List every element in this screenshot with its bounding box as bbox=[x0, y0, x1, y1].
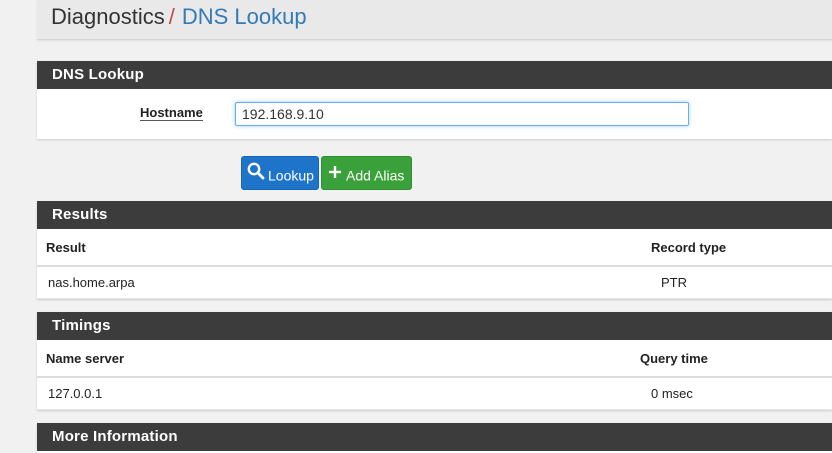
page: Diagnostics / DNS Lookup DNS Lookup Hostna… bbox=[0, 0, 832, 453]
name-server-value: 127.0.0.1 bbox=[37, 377, 640, 410]
add-alias-button[interactable]: Add Alias bbox=[321, 156, 412, 190]
query-time-value: 0 msec bbox=[640, 377, 832, 410]
results-panel: Results Result Record type nas.home.arpa… bbox=[37, 201, 832, 299]
hostname-input[interactable] bbox=[235, 102, 689, 126]
page-header: Diagnostics / DNS Lookup bbox=[37, 0, 832, 40]
hostname-label: Hostname bbox=[140, 105, 203, 121]
breadcrumb-separator: / bbox=[168, 4, 175, 29]
table-row: nas.home.arpa PTR bbox=[37, 266, 832, 299]
results-panel-title: Results bbox=[37, 201, 832, 229]
breadcrumb-dns-lookup[interactable]: DNS Lookup bbox=[182, 4, 307, 29]
dns-lookup-panel: DNS Lookup Hostname bbox=[37, 61, 832, 139]
breadcrumb-diagnostics[interactable]: Diagnostics bbox=[51, 4, 165, 29]
more-information-panel: More Information bbox=[37, 423, 832, 453]
results-header-row: Result Record type bbox=[37, 229, 832, 267]
results-col-result: Result bbox=[37, 229, 651, 267]
results-col-record-type: Record type bbox=[651, 229, 832, 267]
lookup-button[interactable]: Lookup bbox=[241, 156, 319, 190]
record-type-value: PTR bbox=[651, 266, 832, 299]
timings-col-query-time: Query time bbox=[640, 340, 832, 378]
form-buttons: Lookup Add Alias bbox=[241, 156, 412, 190]
timings-col-name-server: Name server bbox=[37, 340, 640, 378]
lookup-button-label: Lookup bbox=[268, 167, 314, 184]
timings-table: Name server Query time 127.0.0.1 0 msec bbox=[37, 340, 832, 410]
search-icon bbox=[247, 158, 265, 192]
add-alias-button-label: Add Alias bbox=[346, 167, 405, 184]
timings-panel-title: Timings bbox=[37, 312, 832, 340]
table-row: 127.0.0.1 0 msec bbox=[37, 377, 832, 410]
breadcrumb: Diagnostics / DNS Lookup bbox=[51, 4, 307, 30]
hostname-row: Hostname bbox=[37, 89, 832, 139]
result-value: nas.home.arpa bbox=[37, 266, 651, 299]
timings-panel: Timings Name server Query time 127.0.0.1… bbox=[37, 312, 832, 410]
plus-icon bbox=[327, 158, 343, 192]
timings-header-row: Name server Query time bbox=[37, 340, 832, 378]
results-table: Result Record type nas.home.arpa PTR bbox=[37, 229, 832, 299]
more-information-panel-title[interactable]: More Information bbox=[37, 423, 832, 451]
dns-lookup-panel-title: DNS Lookup bbox=[37, 61, 832, 89]
